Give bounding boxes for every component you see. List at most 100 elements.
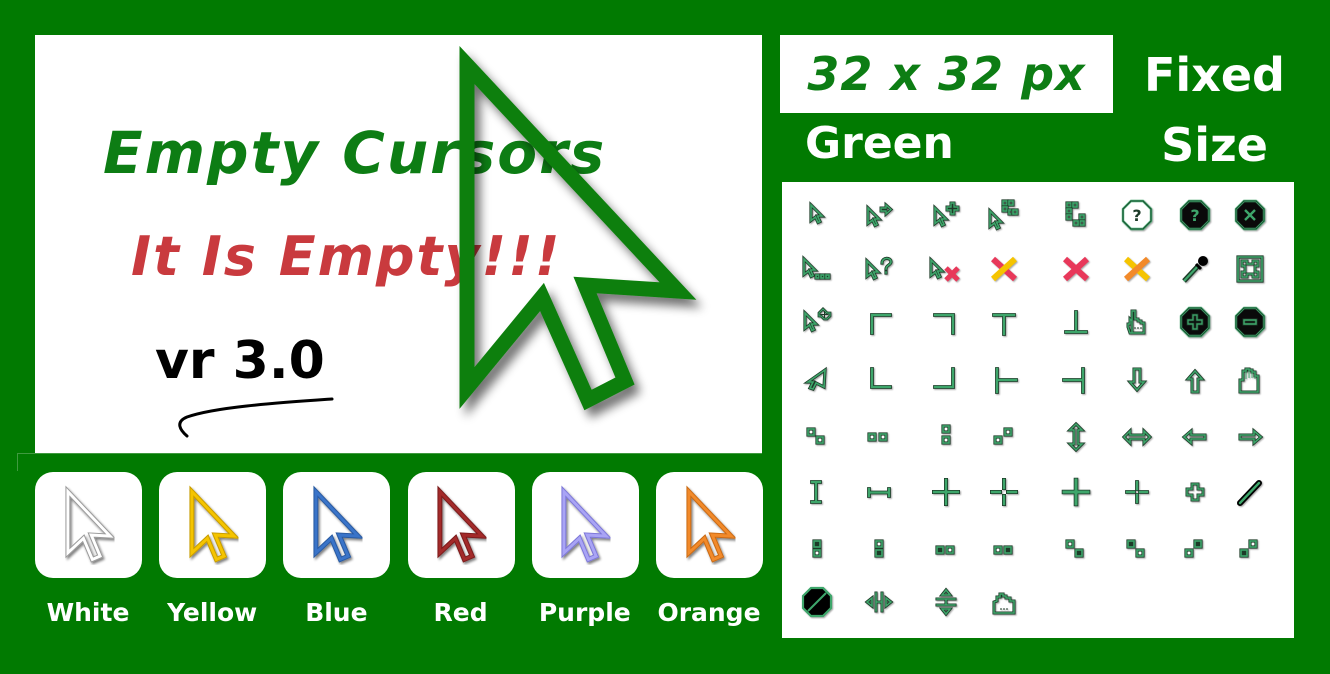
crosshair-icon (926, 472, 966, 512)
arrow-move-right-icon (859, 195, 899, 235)
x-yellow-red-icon (984, 249, 1024, 289)
tee-top-icon (984, 302, 1024, 342)
tee-right-icon (1062, 367, 1085, 394)
cursor-set-panel: ?? (782, 182, 1294, 638)
split-vertical-icon (935, 587, 957, 617)
crosshair-icon (932, 478, 960, 506)
arrow-left-icon (1181, 427, 1207, 447)
color-name-label: Green (805, 118, 954, 169)
crosshair-bold-icon (1061, 477, 1091, 507)
blocks-h-left-icon (926, 530, 966, 570)
blocks-diag-nw-icon (1117, 530, 1157, 570)
resize-nesw-blocks-icon (993, 427, 1013, 445)
x-orange-yellow-icon (1123, 256, 1151, 282)
size-badge: 32 x 32 px (780, 35, 1113, 113)
color-variant-orange[interactable] (656, 472, 763, 578)
blocks-diag-ne-icon (1175, 530, 1215, 570)
color-variant-label: White (46, 598, 130, 627)
color-variant-purple[interactable] (531, 472, 639, 578)
color-variant-label: Blue (305, 598, 368, 627)
divider-line-vertical (17, 453, 18, 471)
size-text: 32 x 32 px (807, 47, 1086, 101)
arrow-working-icon (802, 255, 831, 280)
resize-nesw-blocks-icon (984, 417, 1024, 457)
color-variant-blue[interactable] (283, 472, 391, 578)
fixed-label-line2: Size (1161, 118, 1268, 172)
arrow-cursor-icon (437, 485, 489, 563)
banner-panel: Empty Cursors It Is Empty!!! vr 3.0 (35, 35, 762, 453)
corner-bottom-left-icon (870, 367, 892, 389)
arrow-blocks-icon (988, 199, 1019, 231)
resize-we-arrow-icon (1117, 417, 1157, 457)
text-beam-icon (797, 472, 837, 512)
color-variant-label: Purple (538, 598, 631, 627)
hand-open-icon (1230, 360, 1270, 400)
color-variant-white[interactable] (35, 472, 142, 578)
arrow-down-icon (1117, 360, 1157, 400)
corner-top-left-icon (870, 313, 892, 335)
blocks-h-right-icon (993, 545, 1013, 555)
arrow-move-icon (803, 307, 832, 333)
x-red-icon (1062, 256, 1090, 282)
arrow-left-tilted-icon (797, 360, 837, 400)
arrow-move-icon (797, 302, 837, 342)
arrow-plus-icon (933, 201, 960, 228)
resize-we-blocks-icon (859, 417, 899, 457)
divider-line (17, 453, 762, 454)
hand-grab-icon (984, 582, 1024, 622)
svg-text:?: ? (1132, 206, 1141, 225)
arrow-help-icon (859, 249, 899, 289)
zoom-in-octagon-icon (1175, 302, 1215, 342)
resize-ns-arrow-icon (1056, 417, 1096, 457)
pipette-icon (1182, 256, 1208, 283)
tee-top-icon (992, 313, 1016, 336)
blocks-corner-icon (1056, 195, 1096, 235)
arrow-cursor-icon (685, 485, 737, 563)
fixed-label-line1: Fixed (1144, 48, 1285, 102)
hand-pointer-icon (1126, 309, 1146, 335)
crosshair-small-gap-icon (1117, 472, 1157, 512)
blocks-v-bottom-icon (874, 539, 884, 558)
help-octagon-filled-icon: ? (1179, 199, 1211, 231)
x-orange-yellow-icon (1117, 249, 1157, 289)
blocks-corner-icon (1065, 201, 1086, 227)
corner-top-right-icon (926, 302, 966, 342)
blocks-diag-ne-icon (1184, 539, 1203, 558)
pencil-icon (1237, 480, 1262, 506)
arrow-no-icon (926, 249, 966, 289)
arrow-up-icon (1184, 368, 1206, 394)
resize-all-icon (1230, 249, 1270, 289)
crosshair-bold-icon (1056, 472, 1096, 512)
x-red-icon (1056, 249, 1096, 289)
crosshair-gap-icon (990, 478, 1018, 506)
blocks-h-right-icon (984, 530, 1024, 570)
hand-open-icon (1238, 367, 1260, 394)
tee-left-icon (984, 360, 1024, 400)
blocks-diag-se-icon (1056, 530, 1096, 570)
arrow-cursor-icon (561, 485, 613, 563)
resize-all-icon (1236, 255, 1264, 283)
corner-bottom-right-icon (933, 367, 955, 389)
blocks-diag-se-icon (1065, 539, 1084, 558)
corner-top-right-icon (933, 313, 955, 335)
color-variant-red[interactable] (407, 472, 515, 578)
arrow-left-tilted-icon (802, 366, 827, 391)
resize-we-blocks-icon (867, 432, 888, 442)
color-variant-yellow[interactable] (159, 472, 267, 578)
arrow-icon (797, 195, 837, 235)
split-horizontal-icon (864, 591, 894, 613)
hand-grab-icon (992, 592, 1016, 615)
resize-nwse-blocks-icon (797, 417, 837, 457)
color-variant-label: Orange (657, 598, 761, 627)
blocks-diag-nw-icon (1126, 539, 1145, 558)
resize-ns-blocks-icon (941, 424, 951, 445)
text-beam-icon (810, 480, 822, 504)
corner-bottom-right-icon (926, 360, 966, 400)
arrow-up-icon (1175, 360, 1215, 400)
not-allowed-icon (801, 586, 833, 618)
arrow-plus-icon (926, 195, 966, 235)
split-horizontal-icon (859, 582, 899, 622)
arrow-down-icon (1126, 367, 1148, 393)
corner-top-left-icon (859, 302, 899, 342)
zoom-out-octagon-icon (1234, 306, 1266, 338)
